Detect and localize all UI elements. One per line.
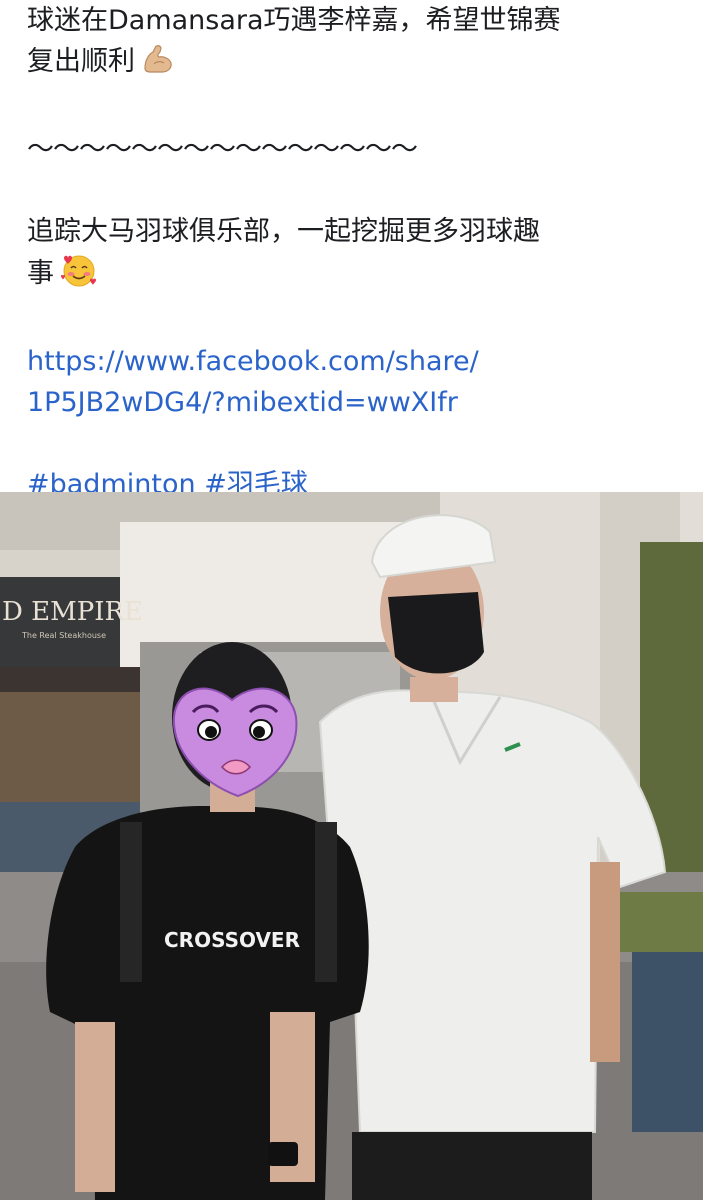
- smiling-face-with-hearts-icon: [60, 252, 98, 300]
- follow-line-2-text: 事: [27, 258, 54, 289]
- caption-line-2-text: 复出顺利: [27, 46, 135, 77]
- shirt-text: CROSSOVER: [164, 928, 300, 952]
- follow-line-1: 追踪大马羽球俱乐部，一起挖掘更多羽球趣: [27, 216, 540, 247]
- post-body: 球迷在Damansara巧遇李梓嘉，希望世锦赛 复出顺利 ～～～～～～～～～～～…: [27, 0, 687, 505]
- face-mask: [388, 592, 484, 674]
- divider-line: ～～～～～～～～～～～～～～～: [27, 134, 418, 165]
- follow-line-2: 事: [27, 252, 687, 300]
- share-link-line-2[interactable]: 1P5JB2wDG4/?mibextid=wwXIfr: [27, 382, 687, 423]
- caption-line-2: 复出顺利: [27, 41, 687, 88]
- store-sign: D EMPIRE: [2, 597, 143, 627]
- flexed-biceps-icon: [141, 42, 175, 88]
- follow-text: 追踪大马羽球俱乐部，一起挖掘更多羽球趣 事: [27, 211, 687, 300]
- post-caption: 球迷在Damansara巧遇李梓嘉，希望世锦赛 复出顺利: [27, 0, 687, 88]
- caption-line-1: 球迷在Damansara巧遇李梓嘉，希望世锦赛: [27, 5, 561, 36]
- post-photo[interactable]: D EMPIRE The Real Steakhouse CROSSOVER: [0, 492, 703, 1200]
- store-sign-sub: The Real Steakhouse: [21, 631, 106, 640]
- share-link[interactable]: https://www.facebook.com/share/ 1P5JB2wD…: [27, 341, 687, 423]
- share-link-line-1[interactable]: https://www.facebook.com/share/: [27, 341, 687, 382]
